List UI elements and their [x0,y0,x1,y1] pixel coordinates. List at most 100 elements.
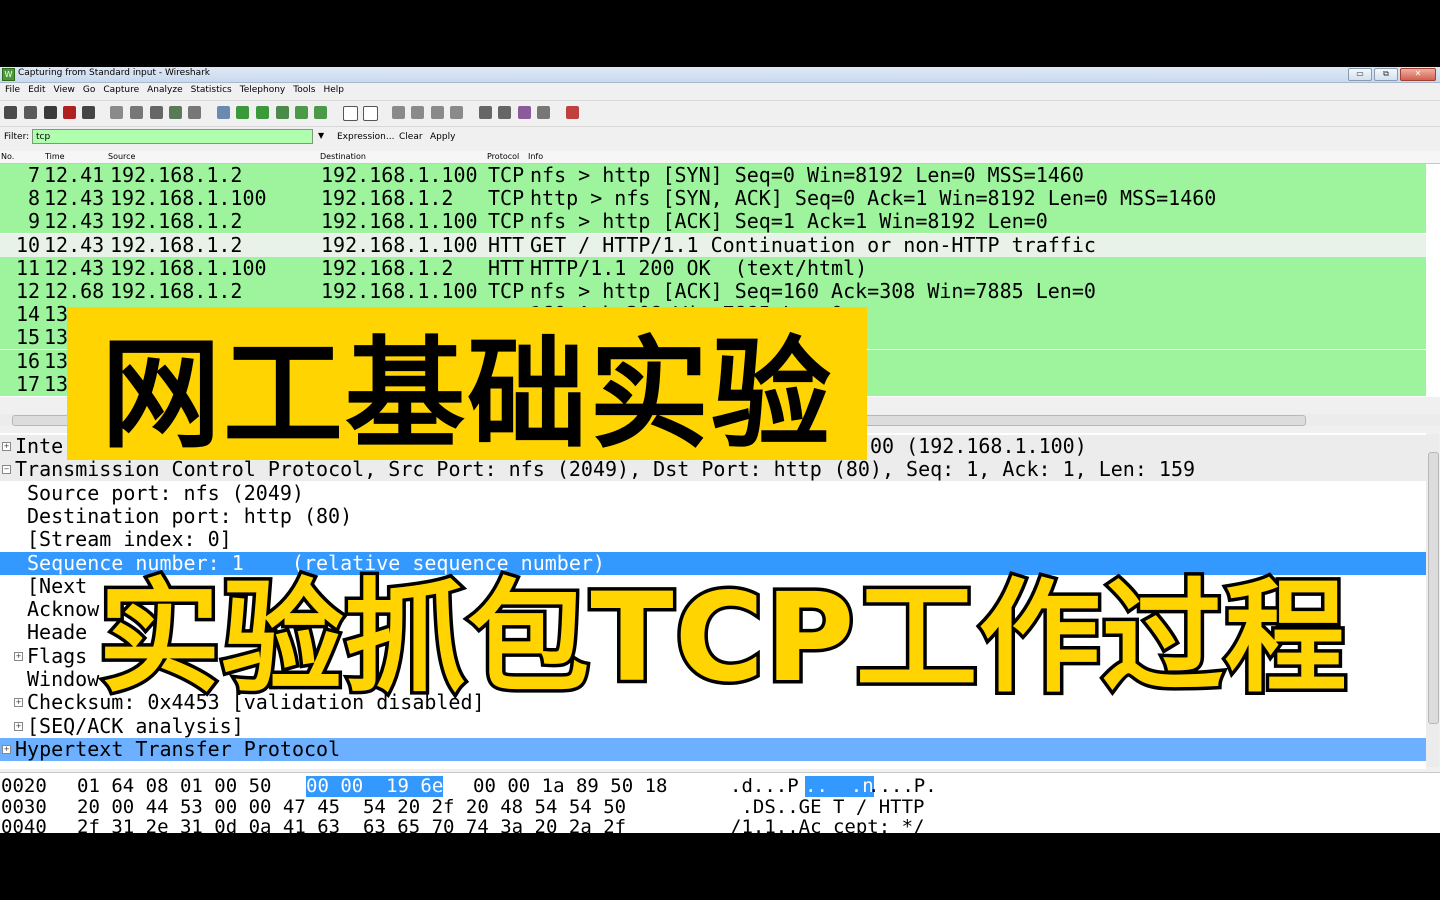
packet-no: 16 [16,348,41,373]
packet-row[interactable]: 7 12.41 192.168.1.2 192.168.1.100 TCP nfs > h… [0,164,1426,187]
start-capture-icon[interactable] [44,106,57,119]
detail-text: Hypertext Transfer Protocol [15,736,341,761]
close-button[interactable]: ✕ [1400,68,1436,81]
detail-row[interactable]: + Hypertext Transfer Protocol [0,736,1426,761]
packet-destination: 192.168.1.100 [321,209,478,234]
packet-time: 12.43 [44,232,105,257]
menu-statistics[interactable]: Statistics [186,83,232,98]
menu-edit[interactable]: Edit [23,83,45,98]
packet-destination: 192.168.1.100 [321,232,478,257]
zoom-out-icon[interactable] [411,106,424,119]
column-no[interactable]: No. [1,152,14,161]
display-filters-icon[interactable] [498,106,511,119]
hex-row[interactable]: 0020 01 64 08 01 00 50 00 00 19 6e 00 00 1a… [0,776,1426,797]
column-info[interactable]: Info [528,152,543,161]
packet-info: nfs > http [SYN] Seq=0 Win=8192 Len=0 MS… [530,163,1084,187]
options-icon[interactable] [24,106,37,119]
menu-go[interactable]: Go [78,83,95,98]
detail-row[interactable]: Destination port: http (80) [0,503,1426,528]
details-scrollbar[interactable] [1426,434,1439,767]
menu-help[interactable]: Help [318,83,344,98]
hex-bytes: 20 00 44 53 00 00 47 45 54 20 2f 20 48 5… [77,795,627,818]
detail-text: Heade [27,620,88,645]
hex-ascii-selected: .. .n [805,775,874,797]
coloring-rules-icon[interactable] [518,106,531,119]
menu-tools[interactable]: Tools [288,83,315,98]
packet-no: 8 [28,186,41,211]
expand-icon[interactable]: + [14,651,23,661]
go-forward-icon[interactable] [256,106,269,119]
packet-row[interactable]: 10 12.43 192.168.1.2 192.168.1.100 HTT GET / … [0,232,1426,257]
go-to-packet-icon[interactable] [276,106,289,119]
save-file-icon[interactable] [130,106,143,119]
detail-text: [SEQ/ACK analysis] [27,713,244,738]
packet-info: nfs > http [ACK] Seq=1 Ack=1 Win=8192 Le… [530,209,1048,234]
detail-text: Destination port: http (80) [27,503,353,528]
wireshark-icon: W [2,68,15,81]
first-packet-icon[interactable] [295,106,308,119]
column-protocol[interactable]: Protocol [487,152,519,161]
packet-time: 12.41 [44,163,105,187]
menu-analyze[interactable]: Analyze [142,83,182,98]
menu-file[interactable]: File [0,83,20,98]
open-file-icon[interactable] [110,106,123,119]
packet-row[interactable]: 9 12.43 192.168.1.2 192.168.1.100 TCP nfs > h… [0,209,1426,234]
column-destination[interactable]: Destination [320,152,366,161]
scrollbar-thumb[interactable] [1428,452,1439,724]
reload-icon[interactable] [169,106,182,119]
hex-offset: 0020 [1,775,47,797]
packet-source: 192.168.1.2 [110,209,243,234]
stop-capture-icon[interactable] [63,106,76,119]
overlay-subtitle-banner: 实验抓包TCP工作过程 [88,555,1358,713]
clear-button[interactable]: Clear [399,132,423,142]
detail-row[interactable]: Source port: nfs (2049) [0,481,1426,505]
resize-columns-icon[interactable] [450,106,463,119]
minimize-button[interactable]: ▭ [1348,68,1372,81]
expression-button[interactable]: Expression... [337,132,394,142]
zoom-in-icon[interactable] [392,106,405,119]
auto-scroll-icon[interactable] [363,106,378,121]
detail-text: Flags [27,643,88,668]
find-packet-icon[interactable] [217,106,230,119]
interfaces-icon[interactable] [4,106,17,119]
column-time[interactable]: Time [45,152,65,161]
packet-row[interactable]: 8 12.43 192.168.1.100 192.168.1.2 TCP http > … [0,186,1426,211]
hex-ascii: ....P. [868,775,937,797]
filter-input[interactable]: tcp [32,129,313,144]
collapse-icon[interactable]: − [2,465,11,475]
apply-button[interactable]: Apply [430,132,455,142]
hex-row[interactable]: 0030 20 00 44 53 00 00 47 45 54 20 2f 20 … [0,795,1426,818]
hex-bytes: 01 64 08 01 00 50 [77,775,272,797]
hex-bytes: 2f 31 2e 31 0d 0a 41 63 63 65 70 74 3a 2… [77,816,627,834]
maximize-button[interactable]: ⧉ [1374,68,1398,81]
close-file-icon[interactable] [150,106,163,119]
expand-icon[interactable]: + [2,442,11,451]
go-back-icon[interactable] [236,106,249,119]
main-toolbar [0,100,1440,127]
hex-row[interactable]: 0040 2f 31 2e 31 0d 0a 41 63 63 65 70 74 … [0,816,1426,834]
capture-filters-icon[interactable] [479,106,492,119]
detail-row[interactable]: + [SEQ/ACK analysis] [0,713,1426,738]
menu-telephony[interactable]: Telephony [235,83,286,98]
expand-icon[interactable]: + [2,744,11,754]
menu-capture[interactable]: Capture [98,83,139,98]
print-icon[interactable] [188,106,201,119]
column-source[interactable]: Source [108,152,135,161]
menu-view[interactable]: View [49,83,75,98]
chevron-down-icon[interactable]: ▼ [318,131,324,140]
packet-no: 14 [16,302,41,327]
packet-time: 13 [44,302,69,327]
colorize-icon[interactable] [343,106,358,121]
window-title: Capturing from Standard input - Wireshar… [18,68,211,78]
restart-capture-icon[interactable] [82,106,95,119]
preferences-icon[interactable] [537,106,550,119]
expand-icon[interactable]: + [14,698,23,708]
packet-row[interactable]: 11 12.43 192.168.1.100 192.168.1.2 HTT HTTP/1… [0,256,1426,280]
hex-ascii: /1.1..Ac cept: */ [730,816,925,834]
last-packet-icon[interactable] [314,106,327,119]
normal-size-icon[interactable] [431,106,444,119]
help-icon[interactable] [566,106,579,119]
packet-source: 192.168.1.100 [110,186,267,211]
packet-no: 10 [16,232,41,257]
expand-icon[interactable]: + [14,721,23,731]
